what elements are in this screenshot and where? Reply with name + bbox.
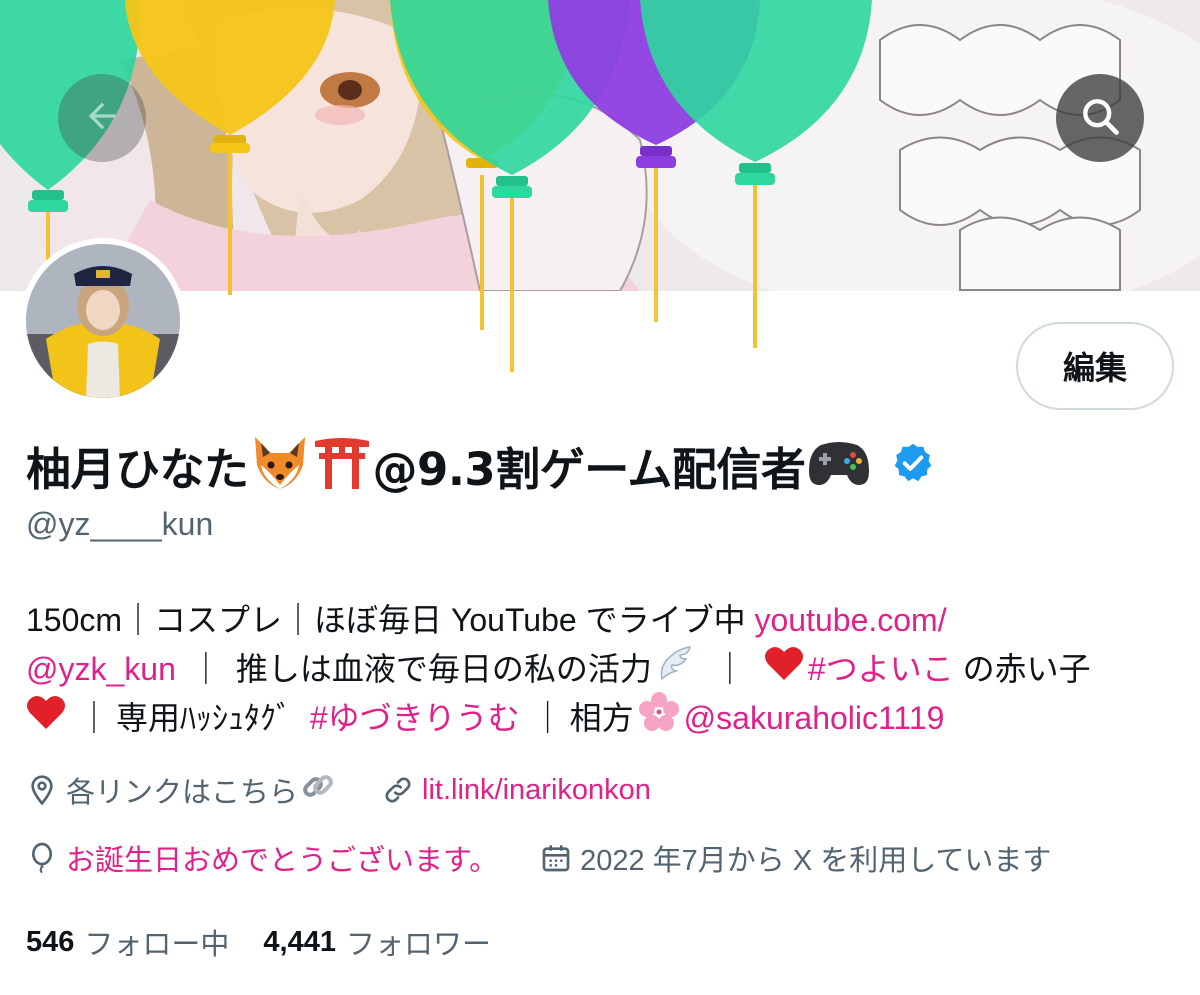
separator: ｜ <box>713 651 746 687</box>
following-label[interactable]: フォロー中 <box>84 921 229 963</box>
balloon-icon <box>26 842 58 874</box>
location-item: 各リンクはこちら <box>26 768 340 812</box>
mention-link[interactable]: @sakuraholic1119 <box>684 694 945 743</box>
bio-line-2: @yzk_kun ｜ 推しは血液で毎日の私の活力 ｜ #つよいこ の赤い子 <box>26 645 1176 694</box>
joined-text: 2022 年7月から X を利用しています <box>580 845 1052 877</box>
calendar-icon <box>540 842 572 874</box>
separator: ｜ <box>78 700 111 736</box>
link-icon <box>382 774 414 806</box>
birthday-item: お誕生日おめでとうございます。 <box>26 837 498 879</box>
back-button[interactable] <box>58 74 146 162</box>
website-link[interactable]: lit.link/inarikonkon <box>422 774 651 807</box>
followers-label[interactable]: フォロワー <box>346 921 491 963</box>
separator: ｜ <box>531 700 564 736</box>
red-heart-emoji-icon <box>764 644 804 696</box>
search-icon <box>1078 94 1122 142</box>
bio-text: 相方 <box>569 700 634 736</box>
location-pin-icon <box>26 774 58 806</box>
wing-emoji-icon <box>656 643 696 697</box>
profile-avatar[interactable] <box>20 238 186 404</box>
bio-text: 推しは血液で毎日の私の活力 <box>235 651 652 687</box>
bio-text: 150cm｜コスプレ｜ほぼ毎日 YouTube でライブ中 <box>26 602 746 638</box>
profile-handle: @yz____kun <box>26 506 214 542</box>
birthday-text: お誕生日おめでとうございます。 <box>66 845 499 877</box>
youtube-link[interactable]: youtube.com/ <box>754 596 946 645</box>
search-button[interactable] <box>1056 74 1144 162</box>
hashtag-link[interactable]: #ゆづきりうむ <box>310 694 520 743</box>
location-text: 各リンクはこちら <box>66 777 299 809</box>
youtube-link-handle[interactable]: @yzk_kun <box>26 645 176 694</box>
profile-meta-row: お誕生日おめでとうございます。 2022 年7月から X を利用しています <box>26 838 1093 878</box>
red-heart-emoji-icon <box>26 693 66 745</box>
back-arrow-icon <box>82 96 122 140</box>
following-count[interactable]: 546 <box>26 926 74 959</box>
cherry-blossom-emoji-icon <box>638 691 680 747</box>
display-name-suffix: @9.3割ゲーム配信者 <box>372 442 806 496</box>
bio-text: の赤い子 <box>962 651 1091 687</box>
display-name: 柚月ひなた <box>26 442 249 496</box>
banner-illustration <box>0 0 1200 291</box>
bio-text: 専用ﾊｯｼｭﾀｸﾞ <box>116 700 293 736</box>
avatar-image <box>26 244 180 398</box>
chain-link-emoji-icon <box>300 768 336 812</box>
followers-count[interactable]: 4,441 <box>263 926 336 959</box>
edit-profile-button[interactable]: 編集 <box>1016 322 1174 410</box>
profile-meta-row: 各リンクはこちら lit.link/inarikonkon <box>26 770 693 810</box>
separator: ｜ <box>189 651 222 687</box>
profile-name-row: 柚月ひなた @9.3割ゲーム配信者 <box>26 430 935 500</box>
joined-item: 2022 年7月から X を利用しています <box>540 837 1051 879</box>
follow-stats: 546 フォロー中 4,441 フォロワー <box>26 922 525 962</box>
profile-banner[interactable] <box>0 0 1200 291</box>
profile-bio: 150cm｜コスプレ｜ほぼ毎日 YouTube でライブ中 youtube.co… <box>26 596 1176 743</box>
bio-line-1: 150cm｜コスプレ｜ほぼ毎日 YouTube でライブ中 youtube.co… <box>26 596 1176 645</box>
game-controller-emoji-icon <box>807 437 871 493</box>
shrine-gate-emoji-icon <box>313 435 371 495</box>
verified-badge-icon[interactable] <box>891 441 935 489</box>
hashtag-link[interactable]: #つよいこ <box>808 645 954 694</box>
website-item[interactable]: lit.link/inarikonkon <box>382 774 651 807</box>
bio-line-3: ｜ 専用ﾊｯｼｭﾀｸﾞ #ゆづきりうむ ｜ 相方 @sakuraholic111… <box>26 691 1176 745</box>
fox-emoji-icon <box>251 435 309 495</box>
